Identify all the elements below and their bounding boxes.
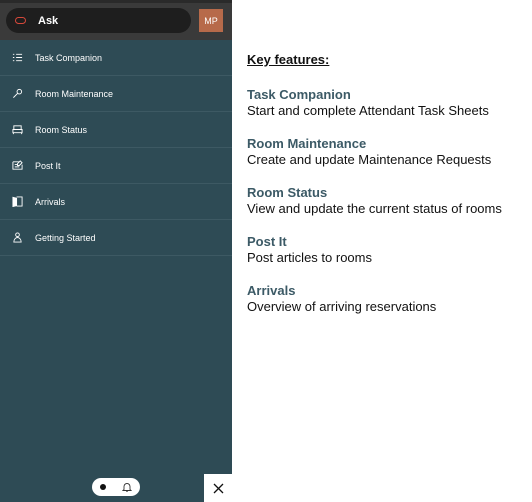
sidebar-item-task-companion[interactable]: Task Companion bbox=[0, 40, 232, 76]
ask-label: Ask bbox=[38, 14, 59, 27]
top-bar: Ask MP bbox=[0, 0, 232, 40]
sidebar-item-post-it[interactable]: Post It bbox=[0, 148, 232, 184]
status-dot-icon[interactable] bbox=[100, 484, 106, 490]
sidebar-item-arrivals[interactable]: Arrivals bbox=[0, 184, 232, 220]
ask-search-bar[interactable]: Ask bbox=[6, 8, 191, 33]
guide-icon bbox=[11, 232, 23, 244]
wrench-icon bbox=[11, 88, 23, 100]
navigation-panel: Ask MP Task Companion Room Maintenance R… bbox=[0, 0, 232, 502]
feature-title: Task Companion bbox=[247, 87, 351, 102]
sidebar-item-label: Room Maintenance bbox=[35, 88, 114, 99]
feature-item: Task Companion Start and complete Attend… bbox=[247, 87, 527, 119]
sidebar-item-label: Arrivals bbox=[35, 196, 66, 207]
feature-description: View and update the current status of ro… bbox=[247, 201, 502, 216]
sidebar-item-label: Getting Started bbox=[35, 232, 96, 243]
list-icon bbox=[11, 52, 23, 64]
sidebar-item-label: Task Companion bbox=[35, 52, 103, 63]
feature-title: Room Status bbox=[247, 185, 328, 200]
bed-icon bbox=[11, 124, 23, 136]
close-icon bbox=[213, 483, 223, 493]
feature-title: Room Maintenance bbox=[247, 136, 367, 151]
feature-item: Post It Post articles to rooms bbox=[247, 234, 527, 266]
feature-title: Post It bbox=[247, 234, 287, 249]
feature-item: Room Maintenance Create and update Maint… bbox=[247, 136, 527, 168]
top-strip bbox=[0, 0, 232, 3]
feature-description: Post articles to rooms bbox=[247, 250, 372, 265]
door-icon bbox=[11, 196, 23, 208]
sidebar-item-room-status[interactable]: Room Status bbox=[0, 112, 232, 148]
sidebar-item-label: Room Status bbox=[35, 124, 88, 135]
page-title: Key features: bbox=[247, 52, 330, 67]
avatar[interactable]: MP bbox=[199, 9, 223, 32]
oracle-logo-icon bbox=[15, 17, 26, 24]
feature-title: Arrivals bbox=[247, 283, 296, 298]
close-button[interactable] bbox=[204, 474, 232, 502]
sidebar-list: Task Companion Room Maintenance Room Sta… bbox=[0, 40, 232, 256]
bottom-toolbar bbox=[92, 478, 140, 496]
post-icon bbox=[11, 160, 23, 172]
sidebar-item-room-maintenance[interactable]: Room Maintenance bbox=[0, 76, 232, 112]
sidebar-item-getting-started[interactable]: Getting Started bbox=[0, 220, 232, 256]
feature-description: Overview of arriving reservations bbox=[247, 299, 437, 314]
feature-item: Room Status View and update the current … bbox=[247, 185, 527, 217]
feature-description: Start and complete Attendant Task Sheets bbox=[247, 103, 489, 118]
feature-item: Arrivals Overview of arriving reservatio… bbox=[247, 283, 527, 315]
feature-description: Create and update Maintenance Requests bbox=[247, 152, 492, 167]
main-content: Key features: Task Companion Start and c… bbox=[247, 52, 527, 332]
sidebar-item-label: Post It bbox=[35, 160, 61, 171]
bell-icon[interactable] bbox=[122, 482, 132, 492]
